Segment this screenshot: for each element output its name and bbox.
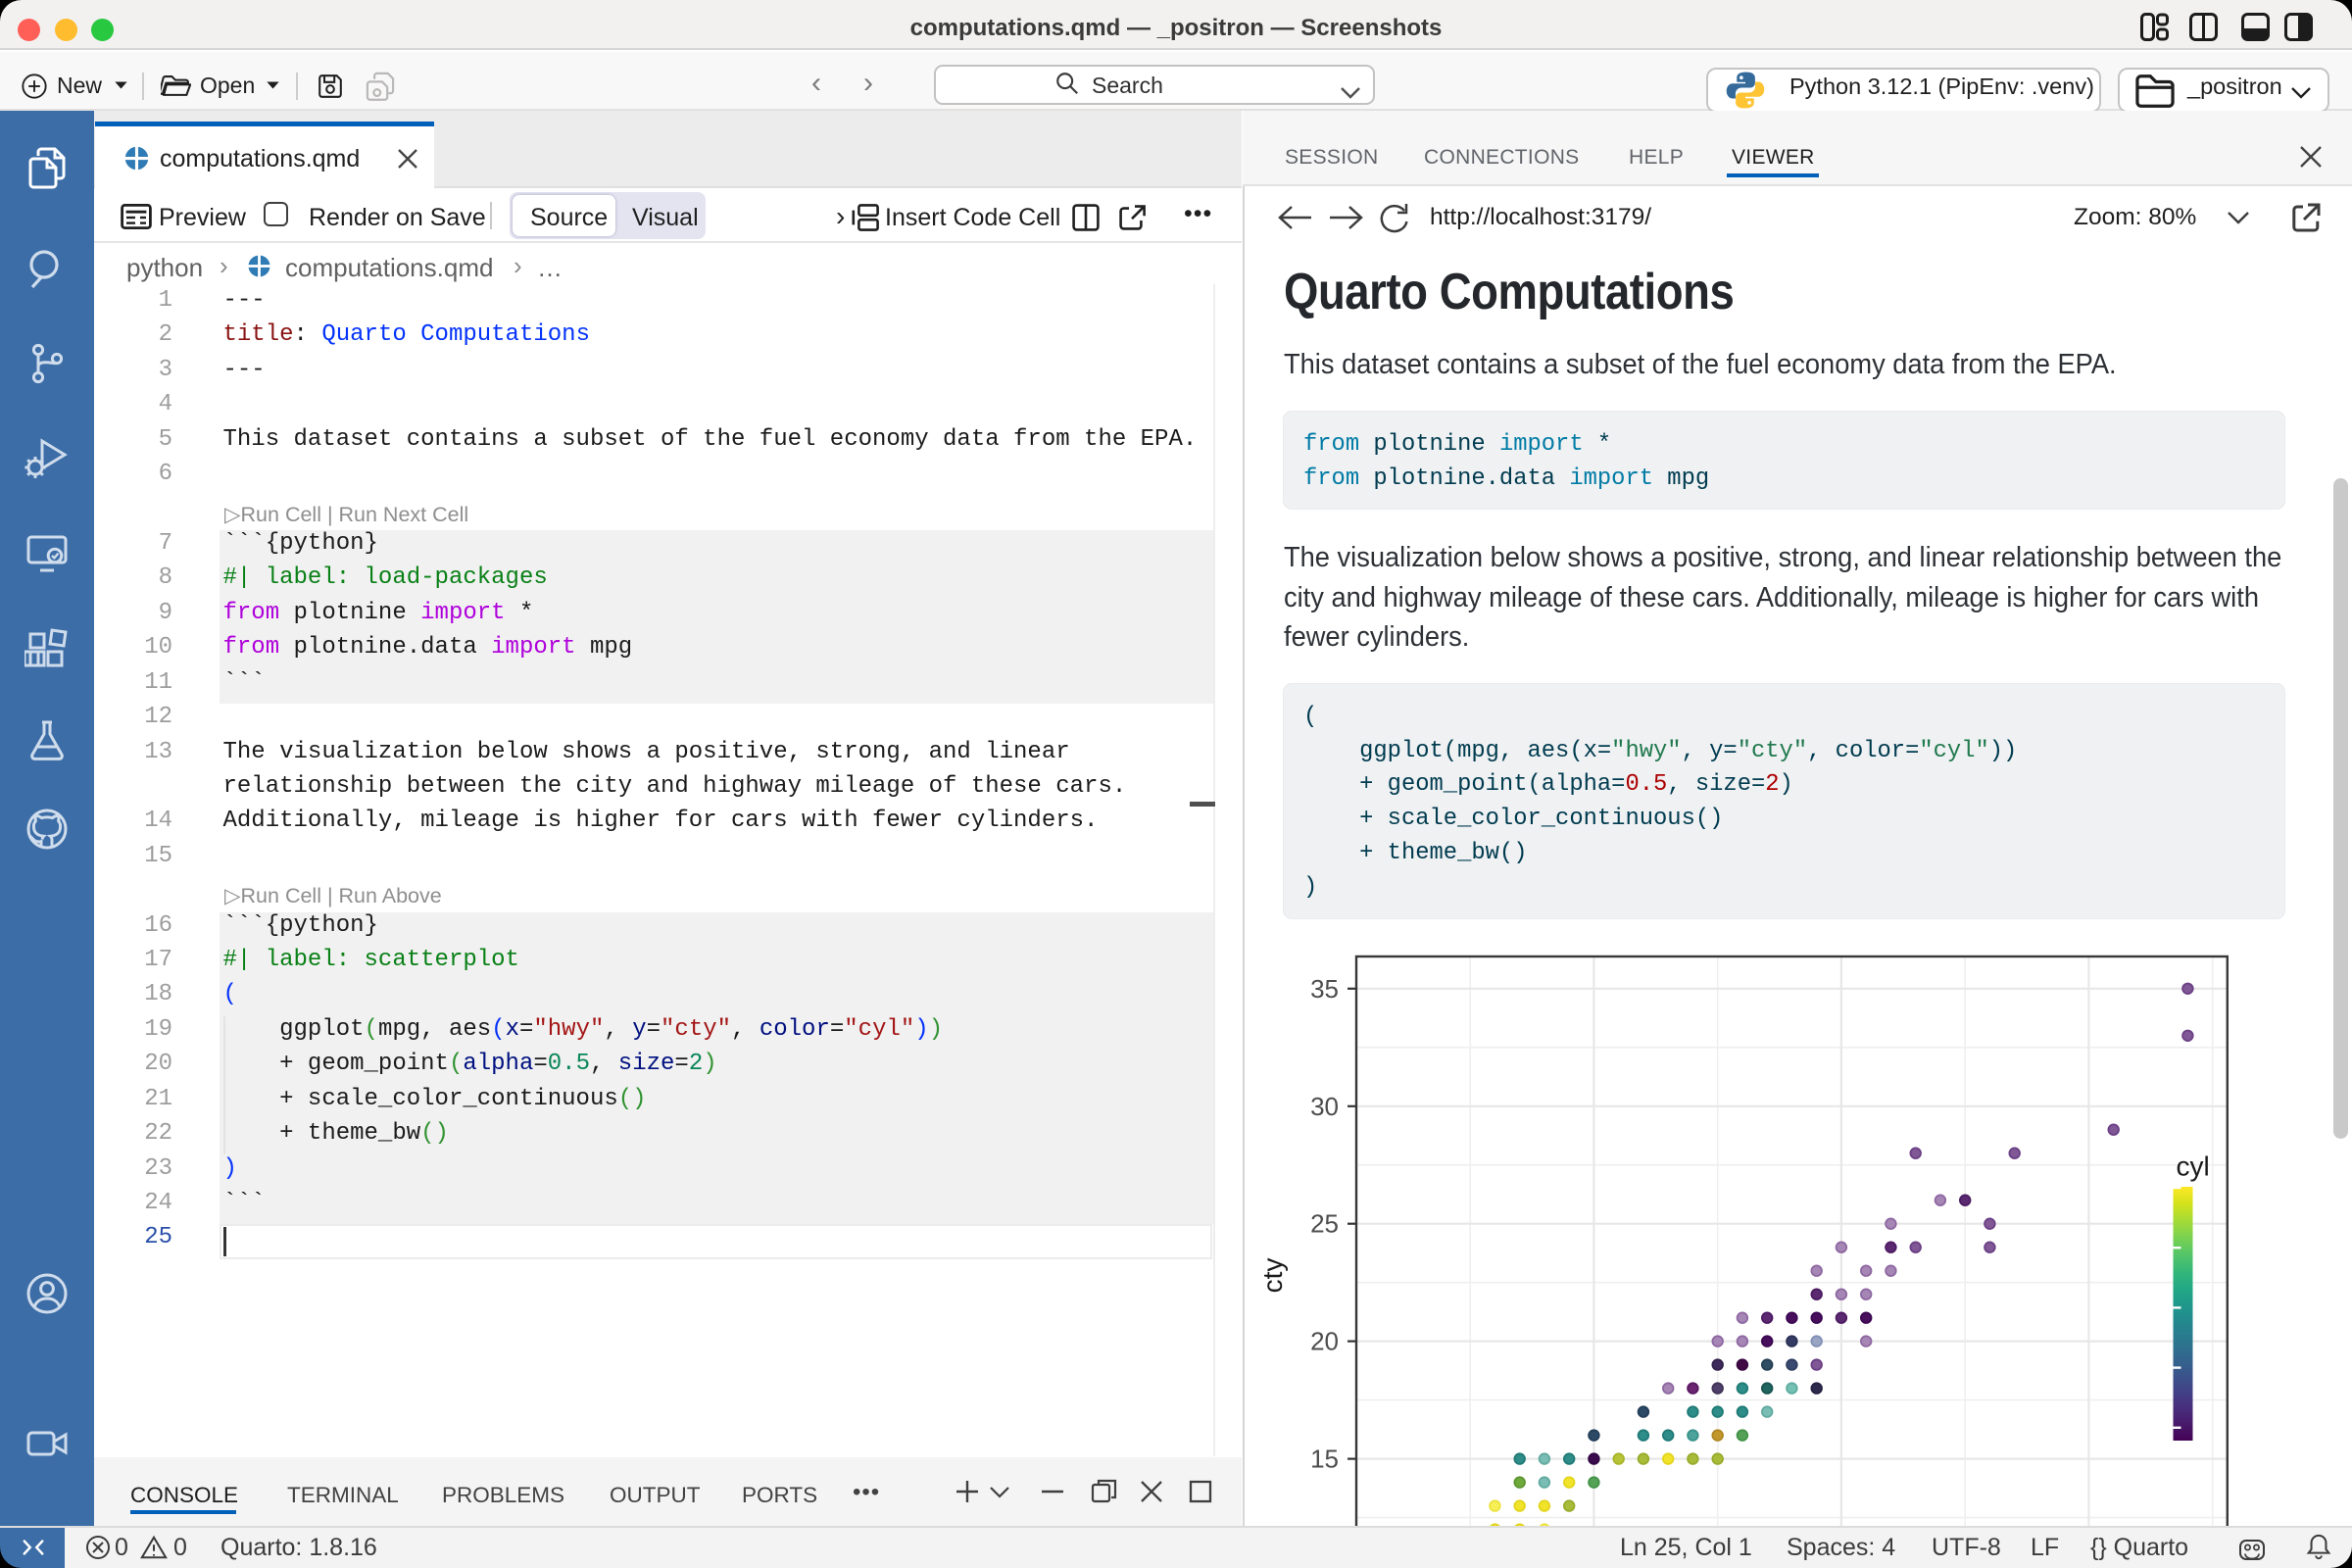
svg-text:35: 35 [1310, 974, 1339, 1004]
svg-text:20: 20 [1310, 1327, 1339, 1356]
svg-text:15: 15 [1310, 1445, 1339, 1474]
svg-text:30: 30 [1310, 1092, 1339, 1121]
svg-text:cty: cty [1257, 1258, 1288, 1294]
svg-text:cyl: cyl [2177, 1152, 2210, 1182]
svg-text:25: 25 [1310, 1209, 1339, 1239]
